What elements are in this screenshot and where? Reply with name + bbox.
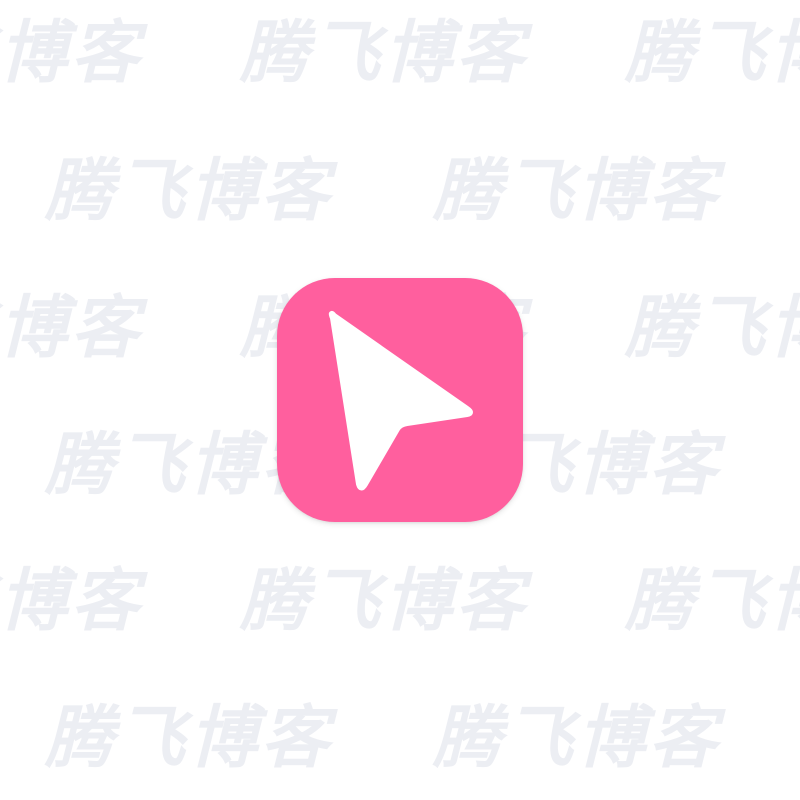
watermark-text: 腾飞博客 bbox=[625, 14, 800, 93]
watermark-text: 腾飞博客 bbox=[0, 562, 144, 641]
cursor-arrow-icon bbox=[328, 310, 473, 491]
watermark-text: 腾飞博客 bbox=[0, 14, 144, 93]
watermark-text: 腾飞博客 bbox=[240, 562, 529, 641]
canvas: 腾飞博客 腾飞博客 腾飞博客 腾飞博客 腾飞博客 腾飞博客 腾飞博客 腾飞博客 … bbox=[0, 0, 800, 800]
watermark-text: 腾飞博客 bbox=[0, 289, 144, 368]
app-icon[interactable] bbox=[277, 278, 523, 522]
watermark-text: 腾飞博客 bbox=[433, 152, 722, 231]
watermark-text: 腾飞博客 bbox=[625, 289, 800, 368]
watermark-text: 腾飞博客 bbox=[240, 14, 529, 93]
watermark-text: 腾飞博客 bbox=[625, 562, 800, 641]
watermark-text: 腾飞博客 bbox=[45, 152, 334, 231]
watermark-text: 腾飞博客 bbox=[45, 699, 334, 778]
watermark-text: 腾飞博客 bbox=[433, 699, 722, 778]
